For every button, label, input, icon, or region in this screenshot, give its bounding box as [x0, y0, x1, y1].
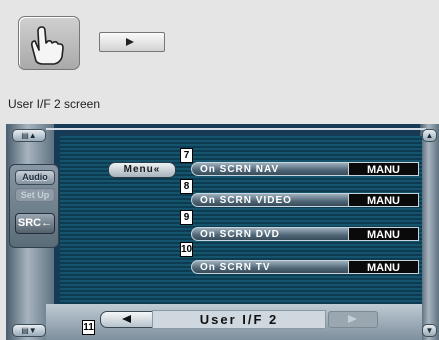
arrow-right-icon	[348, 315, 357, 323]
callout-10: 10	[180, 242, 193, 257]
user-if2-screen: ▤▲ ▲ ▤▼ ▼ Audio Set Up SRC← Menu« 7 8 9 …	[6, 124, 439, 340]
setting-label: On SCRN DVD	[191, 227, 349, 241]
setting-row-nav[interactable]: On SCRN NAV MANU	[191, 162, 419, 176]
arrow-left-icon	[122, 315, 131, 323]
top-left-button[interactable]: ▤▲	[12, 129, 46, 142]
setting-label: On SCRN VIDEO	[191, 193, 349, 207]
src-button[interactable]: SRC←	[15, 213, 55, 234]
setting-row-video[interactable]: On SCRN VIDEO MANU	[191, 193, 419, 207]
setting-value: MANU	[349, 260, 419, 274]
setting-row-tv[interactable]: On SCRN TV MANU	[191, 260, 419, 274]
setting-label: On SCRN NAV	[191, 162, 349, 176]
setting-value: MANU	[349, 227, 419, 241]
audio-button[interactable]: Audio	[15, 170, 55, 185]
source-panel: Audio Set Up SRC←	[9, 164, 59, 248]
next-page-button[interactable]	[328, 311, 378, 328]
setting-row-dvd[interactable]: On SCRN DVD MANU	[191, 227, 419, 241]
top-right-button[interactable]: ▲	[422, 129, 437, 142]
play-button-icon	[99, 32, 165, 52]
callout-7: 7	[180, 148, 193, 163]
setting-label: On SCRN TV	[191, 260, 349, 274]
screen-title: User I/F 2	[152, 310, 326, 329]
touch-hand-icon	[18, 16, 80, 70]
callout-9: 9	[180, 210, 193, 225]
setting-value: MANU	[349, 193, 419, 207]
bottom-right-button[interactable]: ▼	[422, 324, 437, 337]
menu-button[interactable]: Menu«	[108, 162, 176, 178]
callout-8: 8	[180, 179, 193, 194]
right-frame	[420, 124, 439, 340]
bottom-left-button[interactable]: ▤▼	[12, 324, 46, 337]
callout-11: 11	[82, 320, 95, 335]
setting-value: MANU	[349, 162, 419, 176]
previous-page-button[interactable]	[100, 311, 154, 328]
screen-caption: User I/F 2 screen	[8, 97, 101, 111]
setup-button[interactable]: Set Up	[15, 188, 55, 202]
divider	[46, 128, 426, 130]
